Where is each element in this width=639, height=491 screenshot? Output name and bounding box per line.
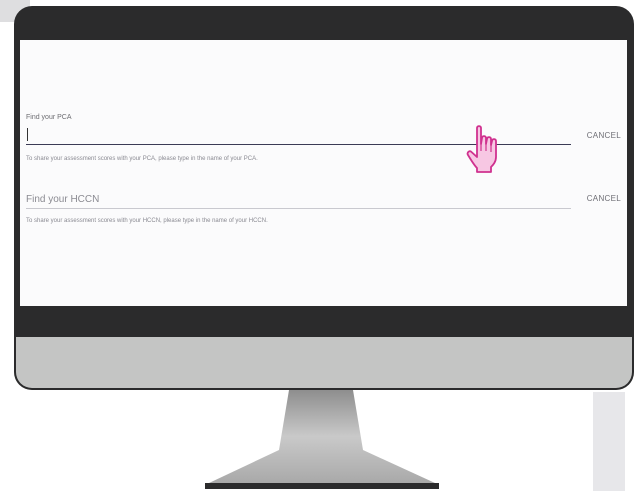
hccn-cancel-button[interactable]: CANCEL — [587, 194, 621, 203]
pca-helper-text: To share your assessment scores with you… — [26, 156, 258, 162]
monitor-chin — [14, 335, 634, 390]
pca-cancel-button[interactable]: CANCEL — [587, 131, 621, 140]
monitor-stand — [205, 390, 439, 489]
hccn-helper-text: To share your assessment scores with you… — [26, 218, 268, 224]
hccn-search-input[interactable] — [26, 191, 566, 207]
monitor-screen: Find your PCA CANCEL To share your asses… — [20, 40, 627, 306]
text-caret — [27, 128, 28, 141]
hccn-input-underline — [26, 208, 571, 209]
pca-field-label: Find your PCA — [26, 114, 72, 121]
background-panel-right — [593, 392, 625, 491]
hand-pointer-icon — [466, 125, 497, 173]
